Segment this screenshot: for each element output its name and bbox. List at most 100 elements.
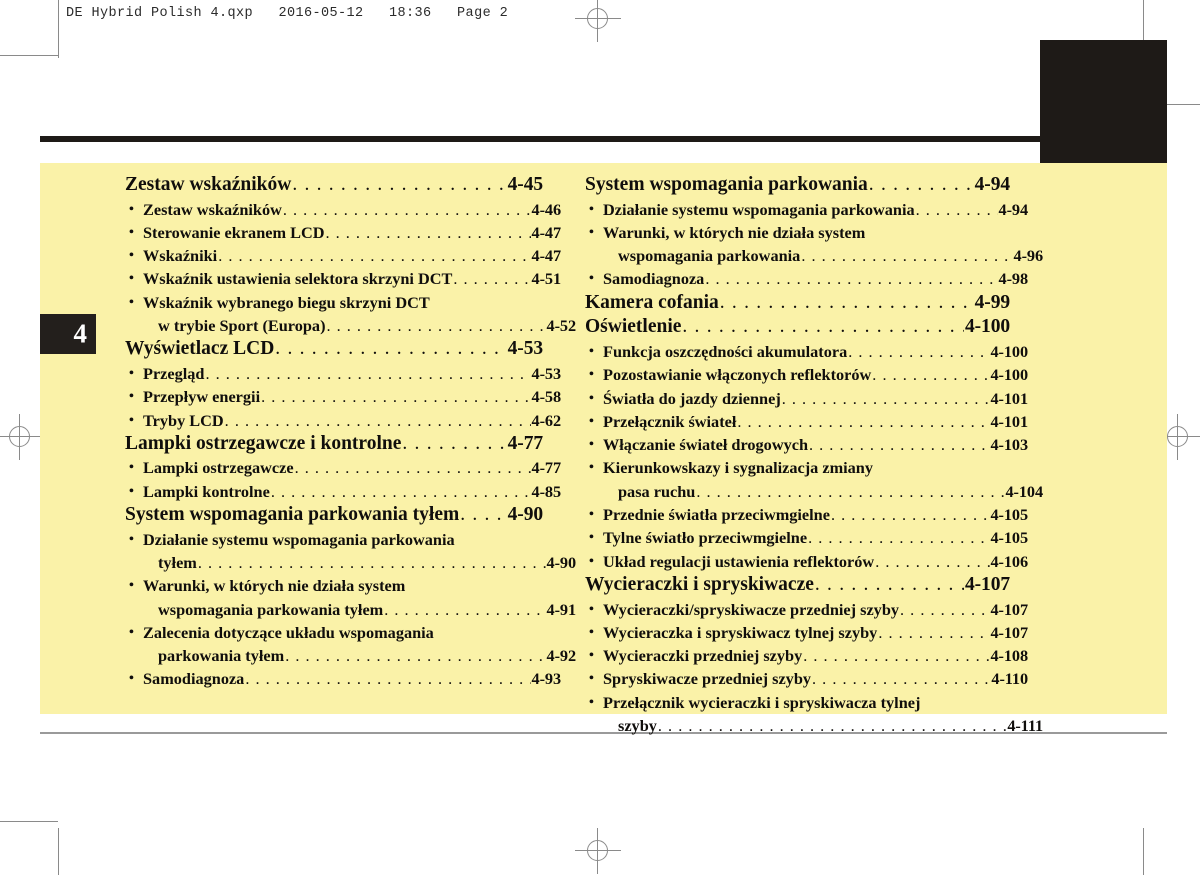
toc-leader-dots: . . . . . . . . . . . . . . . . . . . . …	[801, 246, 1012, 266]
toc-page-number: 4-107	[990, 599, 1029, 619]
toc-sub-entry[interactable]: • Samodiagnoza. . . . . . . . . . . . . .…	[125, 667, 561, 690]
toc-sub-entry[interactable]: • Wycieraczki przedniej szyby. . . . . . …	[585, 644, 1028, 667]
bullet-icon: •	[129, 294, 134, 310]
toc-leader-dots: . . . . . . . . . . . . . . . . . . . . …	[460, 504, 506, 526]
bullet-icon: •	[589, 671, 594, 687]
toc-sub-entry-continuation[interactable]: wspomagania parkowania tyłem. . . . . . …	[125, 598, 576, 621]
bullet-icon: •	[589, 530, 594, 546]
toc-page-number: 4-45	[507, 174, 543, 195]
toc-sub-entry[interactable]: • Przełącznik świateł. . . . . . . . . . …	[585, 410, 1028, 433]
toc-sub-entry[interactable]: •Warunki, w których nie działa system. .…	[125, 574, 561, 597]
bullet-icon: •	[129, 531, 134, 547]
bullet-icon: •	[129, 271, 134, 287]
toc-page-number: 4-92	[546, 646, 577, 666]
toc-sub-entry[interactable]: • Spryskiwacze przedniej szyby. . . . . .…	[585, 667, 1028, 690]
toc-sub-entry[interactable]: • Układ regulacji ustawienia reflektorów.…	[585, 550, 1028, 573]
toc-leader-dots: . . . . . . . . . . . . . . . . . . . . …	[325, 222, 531, 242]
registration-mark-bottom	[575, 828, 621, 874]
toc-sub-entry[interactable]: •Warunki, w których nie działa system. .…	[585, 221, 1028, 244]
toc-entry-label: Pozostawianie włączonych reflektorów	[603, 365, 872, 385]
toc-sub-entry-continuation[interactable]: parkowania tyłem. . . . . . . . . . . . …	[125, 644, 576, 667]
toc-sub-entry-continuation[interactable]: pasa ruchu. . . . . . . . . . . . . . . …	[585, 480, 1043, 503]
table-of-contents-columns: Zestaw wskaźników . . . . . . . . . . . .…	[40, 163, 1167, 735]
bullet-icon: •	[129, 483, 134, 499]
toc-sub-entry[interactable]: • Funkcja oszczędności akumulatora. . . .…	[585, 340, 1028, 363]
toc-page-number: 4-96	[1013, 246, 1044, 266]
toc-chapter-entry[interactable]: System wspomagania parkowania. . . . . .…	[585, 173, 1010, 198]
toc-sub-entry[interactable]: • Działanie systemu wspomagania parkowani…	[125, 528, 561, 551]
header-rule	[40, 136, 1040, 142]
toc-sub-entry[interactable]: • Przegląd. . . . . . . . . . . . . . . .…	[125, 362, 561, 385]
toc-sub-entry[interactable]: • Sterowanie ekranem LCD. . . . . . . . .…	[125, 221, 561, 244]
toc-leader-dots: . . . . . . . . . . . . . . . . . . . . …	[205, 363, 530, 383]
toc-sub-entry-continuation[interactable]: tyłem. . . . . . . . . . . . . . . . . .…	[125, 551, 576, 574]
toc-entry-label: Zestaw wskaźników	[143, 199, 282, 219]
toc-entry-label: Przegląd	[143, 363, 205, 383]
toc-page-number: 4-51	[531, 269, 562, 289]
toc-entry-label: Warunki, w których nie działa system	[143, 576, 406, 596]
crop-mark-top-left-horizontal	[0, 55, 58, 56]
toc-page-number: 4-47	[531, 246, 562, 266]
toc-sub-entry-continuation[interactable]: szyby. . . . . . . . . . . . . . . . . .…	[585, 714, 1043, 737]
bullet-icon: •	[129, 389, 134, 405]
toc-sub-entry-continuation[interactable]: wspomagania parkowania. . . . . . . . . …	[585, 244, 1043, 267]
toc-sub-entry[interactable]: • Przepływ energii. . . . . . . . . . . .…	[125, 385, 561, 408]
toc-entry-label: Działanie systemu wspomagania parkowania	[143, 529, 455, 549]
toc-column-right: System wspomagania parkowania. . . . . .…	[585, 173, 1043, 737]
toc-sub-entry[interactable]: • Pozostawianie włączonych reflektorów. .…	[585, 363, 1028, 386]
toc-sub-entry[interactable]: •Kierunkowskazy i sygnalizacja zmiany. .…	[585, 456, 1028, 479]
toc-sub-entry[interactable]: •Zalecenia dotyczące układu wspomagania.…	[125, 621, 561, 644]
toc-leader-dots: . . . . . . . . . . . . . . . . . . . . …	[915, 199, 998, 219]
toc-chapter-entry[interactable]: Lampki ostrzegawcze i kontrolne. . . . .…	[125, 432, 543, 457]
toc-sub-entry[interactable]: • Tryby LCD. . . . . . . . . . . . . . . …	[125, 409, 561, 432]
chapter-thumb-tab-black-block	[1040, 40, 1167, 163]
toc-chapter-entry[interactable]: Zestaw wskaźników. . . . . . . . . . . .…	[125, 173, 543, 198]
toc-sub-entry[interactable]: • Włączanie świateł drogowych. . . . . . …	[585, 433, 1028, 456]
toc-page-number: 4-77	[507, 432, 543, 454]
toc-sub-entry[interactable]: • Wskaźnik ustawienia selektora skrzyni D…	[125, 267, 561, 290]
toc-sub-entry-continuation[interactable]: w trybie Sport (Europa). . . . . . . . .…	[125, 314, 576, 337]
toc-chapter-entry[interactable]: Kamera cofania. . . . . . . . . . . . . …	[585, 291, 1010, 316]
toc-sub-entry[interactable]: •Wskaźnik wybranego biegu skrzyni DCT. .…	[125, 291, 561, 314]
toc-leader-dots: . . . . . . . . . . . . . . . . . . . . …	[696, 481, 1004, 501]
bullet-icon: •	[589, 271, 594, 287]
bullet-icon: •	[589, 390, 594, 406]
toc-sub-entry[interactable]: • Działanie systemu wspomagania parkowani…	[585, 198, 1028, 221]
toc-chapter-entry[interactable]: Oświetlenie. . . . . . . . . . . . . . .…	[585, 315, 1010, 340]
toc-sub-entry[interactable]: • Wycieraczki/spryskiwacze przedniej szyb…	[585, 598, 1028, 621]
toc-sub-entry[interactable]: • Wycieraczka i spryskiwacz tylnej szyby.…	[585, 621, 1028, 644]
toc-sub-entry[interactable]: • Światła do jazdy dziennej. . . . . . . …	[585, 387, 1028, 410]
toc-sub-entry[interactable]: • Samodiagnoza. . . . . . . . . . . . . .…	[585, 267, 1028, 290]
bullet-icon: •	[129, 224, 134, 240]
toc-page-number: 4-93	[531, 669, 562, 689]
toc-chapter-entry[interactable]: Wycieraczki i spryskiwacze. . . . . . . …	[585, 573, 1010, 598]
toc-entry-label: Wskaźniki	[143, 246, 218, 266]
toc-leader-dots: . . . . . . . . . . . . . . . . . . . . …	[682, 316, 964, 338]
toc-leader-dots: . . . . . . . . . . . . . . . . . . . . …	[814, 573, 964, 595]
toc-entry-label: Funkcja oszczędności akumulatora	[603, 341, 848, 361]
toc-entry-label: Przepływ energii	[143, 387, 261, 407]
toc-entry-label: Układ regulacji ustawienia reflektorów	[603, 551, 875, 571]
toc-page-number: 4-107	[965, 573, 1010, 595]
toc-chapter-entry[interactable]: Wyświetlacz LCD. . . . . . . . . . . . .…	[125, 337, 543, 362]
toc-leader-dots: . . . . . . . . . . . . . . . . . . . . …	[218, 246, 530, 266]
toc-entry-label: Lampki ostrzegawcze i kontrolne	[125, 432, 402, 454]
bullet-icon: •	[129, 365, 134, 381]
toc-leader-dots: . . . . . . . . . . . . . . . . . . . . …	[294, 458, 531, 478]
bullet-icon: •	[129, 671, 134, 687]
bullet-icon: •	[589, 343, 594, 359]
toc-sub-entry[interactable]: • Zestaw wskaźników. . . . . . . . . . . …	[125, 198, 561, 221]
toc-page-number: 4-106	[990, 551, 1029, 571]
toc-page-number: 4-58	[531, 387, 562, 407]
toc-sub-entry[interactable]: • Tylne światło przeciwmgielne. . . . . .…	[585, 526, 1028, 549]
toc-entry-label: Lampki ostrzegawcze	[143, 458, 294, 478]
toc-entry-label: Wycieraczki przedniej szyby	[603, 646, 803, 666]
toc-chapter-entry[interactable]: System wspomagania parkowania tyłem. . .…	[125, 503, 543, 528]
toc-sub-entry[interactable]: • Lampki kontrolne. . . . . . . . . . . .…	[125, 480, 561, 503]
toc-page-number: 4-107	[990, 622, 1029, 642]
toc-sub-entry[interactable]: • Lampki ostrzegawcze. . . . . . . . . . …	[125, 456, 561, 479]
toc-sub-entry[interactable]: • Przełącznik wycieraczki i spryskiwacza …	[585, 691, 1028, 714]
toc-sub-entry[interactable]: • Wskaźniki. . . . . . . . . . . . . . . …	[125, 244, 561, 267]
toc-sub-entry[interactable]: • Przednie światła przeciwmgielne. . . . …	[585, 503, 1028, 526]
bullet-icon: •	[589, 201, 594, 217]
